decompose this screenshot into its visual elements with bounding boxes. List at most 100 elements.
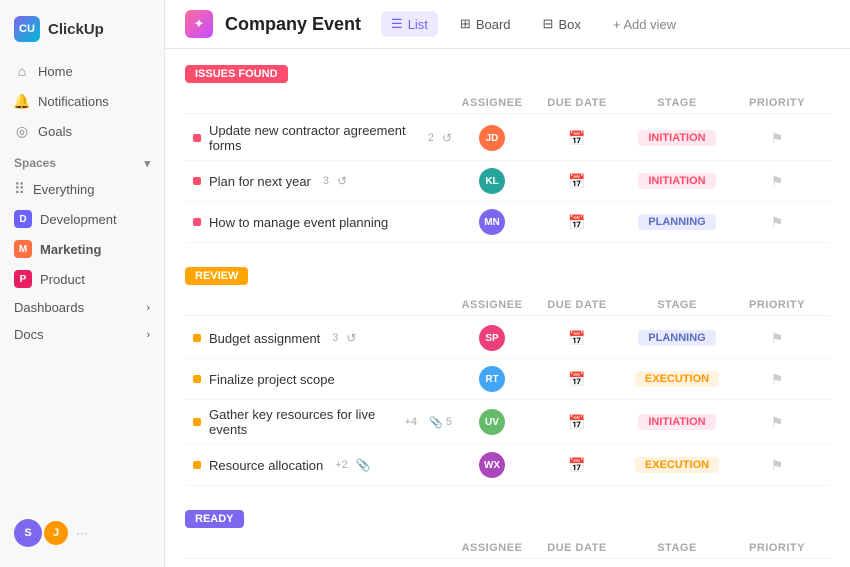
task-label: How to manage event planning [209,215,388,230]
duedate-col[interactable]: 📅 [532,173,622,190]
stage-col[interactable]: PLANNING [622,330,732,346]
add-view-button[interactable]: + Add view [603,12,686,37]
task-count: +2 [335,459,348,471]
table-row[interactable]: New contractor agreement AB 📅 PLANNING ⚑ [185,561,830,567]
dashboards-chevron-icon: › [146,302,150,314]
assignee-col: SP [452,325,532,351]
col-priority-header-0: PRIORITY [732,97,822,109]
duedate-col[interactable]: 📅 [532,371,622,388]
task-name: Finalize project scope [193,372,452,387]
avatar: WX [479,452,505,478]
dashboards-label: Dashboards [14,300,84,315]
calendar-icon: 📅 [568,457,585,474]
page-title: Company Event [225,14,361,35]
duedate-col[interactable]: 📅 [532,457,622,474]
spaces-section: Spaces ▾ [0,146,164,174]
stage-col[interactable]: INITIATION [622,173,732,189]
task-dot-icon [193,418,201,426]
table-row[interactable]: Update new contractor agreement forms 2 … [185,116,830,161]
priority-col[interactable]: ⚑ [732,414,822,431]
development-badge: D [14,210,32,228]
flag-icon: ⚑ [771,214,784,231]
col-duedate-header-2: DUE DATE [532,542,622,554]
sidebar-item-dashboards[interactable]: Dashboards › [0,294,164,321]
task-name: Budget assignment 3 ↺ [193,331,452,346]
table-row[interactable]: Finalize project scope RT 📅 EXECUTION ⚑ [185,359,830,400]
assignee-col: MN [452,209,532,235]
ready-badge: READY [185,510,244,528]
user-more-icon: ··· [76,526,88,540]
review-badge: REVIEW [185,267,248,285]
calendar-icon: 📅 [568,173,585,190]
sidebar-item-everything[interactable]: ⠿ Everything [0,174,164,204]
duedate-col[interactable]: 📅 [532,130,622,147]
section-review: REVIEW ASSIGNEE DUE DATE STAGE PRIORITY … [185,267,830,486]
product-badge: P [14,270,32,288]
assignee-col: RT [452,366,532,392]
stage-col[interactable]: EXECUTION [622,457,732,473]
table-row[interactable]: Budget assignment 3 ↺ SP 📅 PLANNING ⚑ [185,318,830,359]
table-row[interactable]: How to manage event planning MN 📅 PLANNI… [185,202,830,243]
tab-list[interactable]: ☰ List [381,11,438,37]
flag-icon: ⚑ [771,130,784,147]
sidebar-item-development[interactable]: D Development [0,204,164,234]
table-row[interactable]: Gather key resources for live events +4 … [185,400,830,445]
stage-col[interactable]: INITIATION [622,130,732,146]
tab-list-label: List [408,17,428,32]
sidebar: CU ClickUp ⌂ Home 🔔 Notifications ◎ Goal… [0,0,165,567]
avatar: KL [479,168,505,194]
priority-col[interactable]: ⚑ [732,457,822,474]
duedate-col[interactable]: 📅 [532,414,622,431]
sidebar-item-marketing[interactable]: M Marketing [0,234,164,264]
sidebar-item-notifications[interactable]: 🔔 Notifications [0,86,164,116]
sidebar-item-product[interactable]: P Product [0,264,164,294]
stage-col[interactable]: EXECUTION [622,371,732,387]
task-name: Resource allocation +2 📎 [193,458,452,473]
user-avatar-secondary[interactable]: J [42,519,70,547]
col-priority-header-1: PRIORITY [732,299,822,311]
priority-col[interactable]: ⚑ [732,330,822,347]
tab-board[interactable]: ⊞ Board [450,11,521,37]
sidebar-item-home[interactable]: ⌂ Home [0,56,164,86]
calendar-icon: 📅 [568,330,585,347]
avatar: SP [479,325,505,351]
priority-col[interactable]: ⚑ [732,130,822,147]
col-assignee-header-1: ASSIGNEE [452,299,532,311]
spaces-label: Spaces [14,156,56,170]
board-icon: ⊞ [460,16,471,32]
stage-col[interactable]: INITIATION [622,414,732,430]
flag-icon: ⚑ [771,371,784,388]
spaces-chevron-icon: ▾ [144,157,150,170]
duedate-col[interactable]: 📅 [532,214,622,231]
docs-chevron-icon: › [146,329,150,341]
avatar: RT [479,366,505,392]
refresh-icon: ↺ [346,331,356,345]
priority-col[interactable]: ⚑ [732,214,822,231]
logo: CU ClickUp [0,10,164,56]
table-row[interactable]: Resource allocation +2 📎 WX 📅 EXECUTION … [185,445,830,486]
tab-box[interactable]: ⊟ Box [533,11,591,37]
main-content: ✦ Company Event ☰ List ⊞ Board ⊟ Box + A… [165,0,850,567]
task-label: Resource allocation [209,458,323,473]
sidebar-item-product-label: Product [40,272,85,287]
user-footer: S J ··· [0,509,164,557]
stage-col[interactable]: PLANNING [622,214,732,230]
assignee-col: UV [452,409,532,435]
priority-col[interactable]: ⚑ [732,173,822,190]
paperclip-icon: 📎 [356,458,371,472]
col-stage-header-0: STAGE [622,97,732,109]
stage-badge: EXECUTION [635,371,719,387]
section-issues: ISSUES FOUND ASSIGNEE DUE DATE STAGE PRI… [185,65,830,243]
sidebar-item-docs[interactable]: Docs › [0,321,164,348]
ready-table-header: ASSIGNEE DUE DATE STAGE PRIORITY [185,538,830,559]
user-avatar-primary[interactable]: S [14,519,42,547]
task-count: 3 [332,332,338,344]
duedate-col[interactable]: 📅 [532,330,622,347]
logo-text: ClickUp [48,21,104,38]
table-row[interactable]: Plan for next year 3 ↺ KL 📅 INITIATION ⚑ [185,161,830,202]
priority-col[interactable]: ⚑ [732,371,822,388]
assignee-col: WX [452,452,532,478]
col-assignee-header-0: ASSIGNEE [452,97,532,109]
sidebar-item-goals[interactable]: ◎ Goals [0,116,164,146]
tab-board-label: Board [476,17,511,32]
